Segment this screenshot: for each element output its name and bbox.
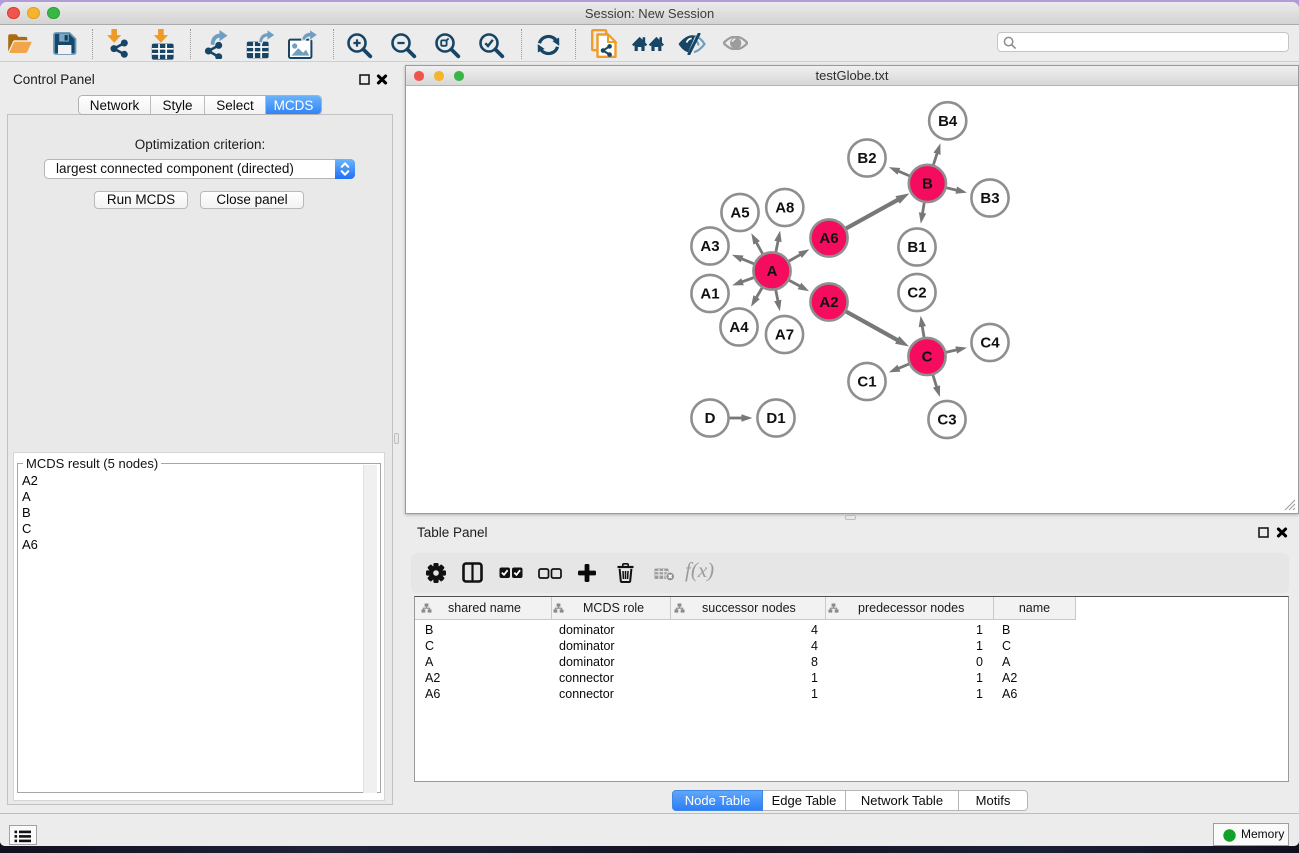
svg-text:D1: D1: [766, 410, 785, 427]
svg-text:A6: A6: [819, 230, 838, 247]
svg-text:A: A: [767, 263, 778, 280]
svg-text:C1: C1: [857, 374, 876, 391]
svg-text:A2: A2: [819, 294, 838, 311]
svg-text:B3: B3: [980, 190, 999, 207]
svg-text:C4: C4: [980, 335, 1000, 352]
svg-text:B: B: [922, 176, 933, 193]
svg-text:C: C: [922, 349, 933, 366]
svg-text:A3: A3: [700, 238, 719, 255]
svg-text:A4: A4: [729, 319, 749, 336]
svg-text:C2: C2: [907, 285, 926, 302]
svg-text:D: D: [705, 410, 716, 427]
svg-text:B2: B2: [857, 150, 876, 167]
svg-text:A7: A7: [775, 327, 794, 344]
svg-text:A5: A5: [730, 205, 749, 222]
svg-text:C3: C3: [937, 412, 956, 429]
svg-text:B4: B4: [938, 113, 958, 130]
svg-text:A8: A8: [775, 200, 794, 217]
svg-text:A1: A1: [700, 286, 719, 303]
svg-text:B1: B1: [907, 239, 926, 256]
